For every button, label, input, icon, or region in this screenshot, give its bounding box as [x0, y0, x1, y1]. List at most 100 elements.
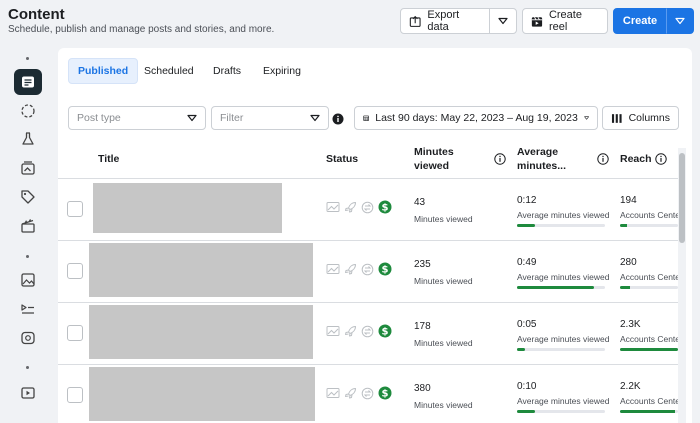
avg-minutes-label: Average minutes viewed — [517, 210, 610, 220]
reach-bar-fill — [620, 410, 676, 413]
create-reel-button[interactable]: Create reel — [522, 8, 608, 34]
minutes-viewed-label: Minutes viewed — [414, 276, 473, 286]
minutes-viewed-label: Minutes viewed — [414, 214, 473, 224]
chevron-down-icon — [498, 17, 508, 25]
crosspost-icon — [361, 387, 374, 399]
status-icons: $ — [326, 324, 392, 338]
reach-label: Accounts Center — [620, 272, 678, 282]
scrollbar-thumb[interactable] — [679, 153, 685, 243]
monetization-dollar-icon: $ — [378, 386, 392, 400]
chevron-down-icon — [310, 114, 320, 122]
reach-label: Accounts Center — [620, 396, 678, 406]
reach-bar-fill — [620, 286, 630, 289]
rail-separator — [26, 255, 29, 258]
tab-published[interactable]: Published — [68, 58, 139, 84]
reach-bar — [620, 348, 678, 351]
reach-bar — [620, 410, 678, 413]
tag-icon — [21, 190, 35, 204]
reach-bar — [620, 286, 678, 289]
reach-value: 2.2K — [620, 381, 641, 392]
crosspost-icon — [361, 201, 374, 213]
export-data-button[interactable]: Export data — [400, 8, 490, 34]
page-title: Content — [8, 6, 65, 23]
avg-minutes-bar-fill — [517, 286, 594, 289]
date-range-select[interactable]: Last 90 days: May 22, 2023 – Aug 19, 202… — [354, 106, 598, 130]
post-thumbnail[interactable] — [89, 305, 313, 359]
rail-item-media[interactable] — [14, 155, 42, 181]
avg-minutes-value: 0:12 — [517, 195, 537, 206]
table-row[interactable]: $ 380 Minutes viewed 0:10 Average minute… — [58, 365, 678, 423]
svg-text:$: $ — [382, 389, 389, 400]
reach-label: Accounts Center — [620, 210, 678, 220]
post-thumbnail[interactable] — [93, 183, 282, 233]
column-header-minutes-viewed-1[interactable]: Minutes — [414, 146, 454, 158]
post-type-select[interactable]: Post type — [68, 106, 206, 130]
info-icon[interactable] — [655, 152, 667, 170]
rail-item-stories[interactable] — [14, 98, 42, 124]
rail-item-clips[interactable] — [14, 213, 42, 239]
avg-minutes-label: Average minutes viewed — [517, 334, 610, 344]
minutes-viewed-value: 380 — [414, 383, 431, 394]
playlist-icon — [21, 304, 34, 314]
tab-scheduled[interactable]: Scheduled — [135, 58, 203, 84]
post-thumbnail[interactable] — [89, 367, 315, 421]
rail-item-images[interactable] — [14, 267, 42, 293]
column-header-status[interactable]: Status — [326, 153, 358, 165]
columns-label: Columns — [628, 112, 670, 124]
create-options-button[interactable] — [666, 8, 694, 34]
flask-icon — [22, 132, 34, 145]
reach-value: 2.3K — [620, 319, 641, 330]
content-table-card: Published Scheduled Drafts Expiring Post… — [58, 48, 692, 423]
column-header-avg-minutes-2[interactable]: minutes... — [517, 160, 566, 172]
row-checkbox[interactable] — [67, 263, 83, 279]
table-row[interactable]: $ 178 Minutes viewed 0:05 Average minute… — [58, 303, 678, 364]
rail-item-videos[interactable] — [14, 380, 42, 406]
column-header-minutes-viewed-2[interactable]: viewed — [414, 160, 449, 172]
create-reel-label: Create reel — [548, 9, 582, 33]
tab-expiring[interactable]: Expiring — [254, 58, 310, 84]
media-status-icon — [326, 264, 340, 274]
create-button[interactable]: Create — [613, 8, 667, 34]
rail-item-tests[interactable] — [14, 126, 42, 152]
table-row[interactable]: $ 43 Minutes viewed 0:12 Average minutes… — [58, 179, 678, 240]
status-icons: $ — [326, 262, 392, 276]
date-range-label: Last 90 days: May 22, 2023 – Aug 19, 202… — [375, 112, 578, 124]
filter-select[interactable]: Filter — [211, 106, 329, 130]
avg-minutes-value: 0:10 — [517, 381, 537, 392]
tab-drafts[interactable]: Drafts — [204, 58, 250, 84]
row-checkbox[interactable] — [67, 201, 83, 217]
svg-text:$: $ — [382, 203, 389, 214]
export-options-button[interactable] — [489, 8, 517, 34]
boost-rocket-icon — [345, 263, 356, 274]
avg-minutes-label: Average minutes viewed — [517, 396, 610, 406]
rail-item-live[interactable] — [14, 325, 42, 351]
reach-label: Accounts Center — [620, 334, 678, 344]
export-data-label: Export data — [427, 9, 460, 33]
info-icon[interactable] — [494, 152, 506, 170]
export-icon — [409, 15, 421, 27]
avg-minutes-bar — [517, 286, 605, 289]
rail-item-playlists[interactable] — [14, 296, 42, 322]
chevron-down-icon — [584, 116, 589, 120]
rail-item-content[interactable] — [14, 69, 42, 95]
post-thumbnail[interactable] — [89, 243, 313, 297]
reel-icon — [531, 16, 543, 27]
minutes-viewed-label: Minutes viewed — [414, 400, 473, 410]
page-subtitle: Schedule, publish and manage posts and s… — [8, 24, 275, 35]
rail-separator — [26, 366, 29, 369]
reach-value: 280 — [620, 257, 637, 268]
info-icon[interactable] — [332, 112, 344, 125]
rail-item-tags[interactable] — [14, 184, 42, 210]
table-row[interactable]: $ 235 Minutes viewed 0:49 Average minute… — [58, 241, 678, 302]
column-header-avg-minutes-1[interactable]: Average — [517, 146, 558, 158]
column-header-title[interactable]: Title — [98, 153, 119, 165]
columns-button[interactable]: Columns — [602, 106, 679, 130]
create-label: Create — [622, 15, 658, 27]
row-checkbox[interactable] — [67, 325, 83, 341]
monetization-dollar-icon: $ — [378, 262, 392, 276]
row-checkbox[interactable] — [67, 387, 83, 403]
info-icon[interactable] — [597, 152, 609, 170]
minutes-viewed-value: 178 — [414, 321, 431, 332]
column-header-reach[interactable]: Reach — [620, 153, 652, 165]
left-navigation — [0, 48, 56, 423]
